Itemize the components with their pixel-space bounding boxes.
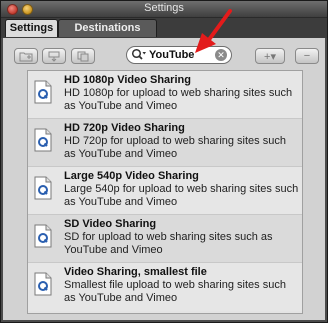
preset-title: SD Video Sharing (64, 218, 157, 230)
title-bar[interactable]: Settings (1, 1, 327, 18)
tab-bar: Settings Destinations (1, 18, 327, 38)
document-q-icon (34, 176, 52, 200)
document-q-icon (34, 128, 52, 152)
preset-title: Video Sharing, smallest file (64, 266, 207, 278)
remove-preset-button[interactable]: − (295, 48, 319, 64)
list-item[interactable]: HD 1080p Video Sharing HD 1080p for uplo… (28, 71, 302, 119)
folder-add-icon (19, 52, 33, 61)
add-preset-button[interactable]: +▾ (255, 48, 285, 64)
tab-settings[interactable]: Settings (5, 19, 58, 37)
preset-title: Large 540p Video Sharing (64, 170, 199, 182)
list-item[interactable]: HD 720p Video Sharing HD 720p for upload… (28, 119, 302, 167)
preset-description: HD 720p for upload to web sharing sites … (64, 135, 286, 160)
list-item[interactable]: SD Video Sharing SD for upload to web sh… (28, 215, 302, 263)
preset-description: HD 1080p for upload to web sharing sites… (64, 87, 293, 112)
preset-title: HD 720p Video Sharing (64, 122, 185, 134)
share-button[interactable] (42, 48, 66, 64)
search-icon[interactable] (131, 48, 147, 62)
preset-description: Smallest file upload to web sharing site… (64, 279, 286, 304)
document-q-icon (34, 272, 52, 296)
duplicate-button[interactable] (71, 48, 95, 64)
preset-list: HD 1080p Video Sharing HD 1080p for uplo… (27, 70, 303, 314)
red-arrow-icon (195, 9, 232, 53)
settings-panel: ✕ +▾ − HD 1080p Video Sharing HD 1080p f… (3, 38, 325, 320)
document-q-icon (34, 80, 52, 104)
preset-title: HD 1080p Video Sharing (64, 74, 191, 86)
window-title: Settings (144, 2, 184, 14)
share-icon (48, 51, 60, 62)
list-item[interactable]: Video Sharing, smallest file Smallest fi… (28, 263, 302, 311)
list-item[interactable]: Large 540p Video Sharing Large 540p for … (28, 167, 302, 215)
duplicate-icon (77, 51, 89, 61)
tab-destinations[interactable]: Destinations (58, 19, 157, 37)
preset-description: Large 540p for upload to web sharing sit… (64, 183, 299, 208)
document-q-icon (34, 224, 52, 248)
preset-description: SD for upload to web sharing sites such … (64, 231, 273, 256)
settings-window: Settings Settings Destinations YouTube ✕… (0, 0, 328, 323)
new-group-button[interactable] (14, 48, 38, 64)
